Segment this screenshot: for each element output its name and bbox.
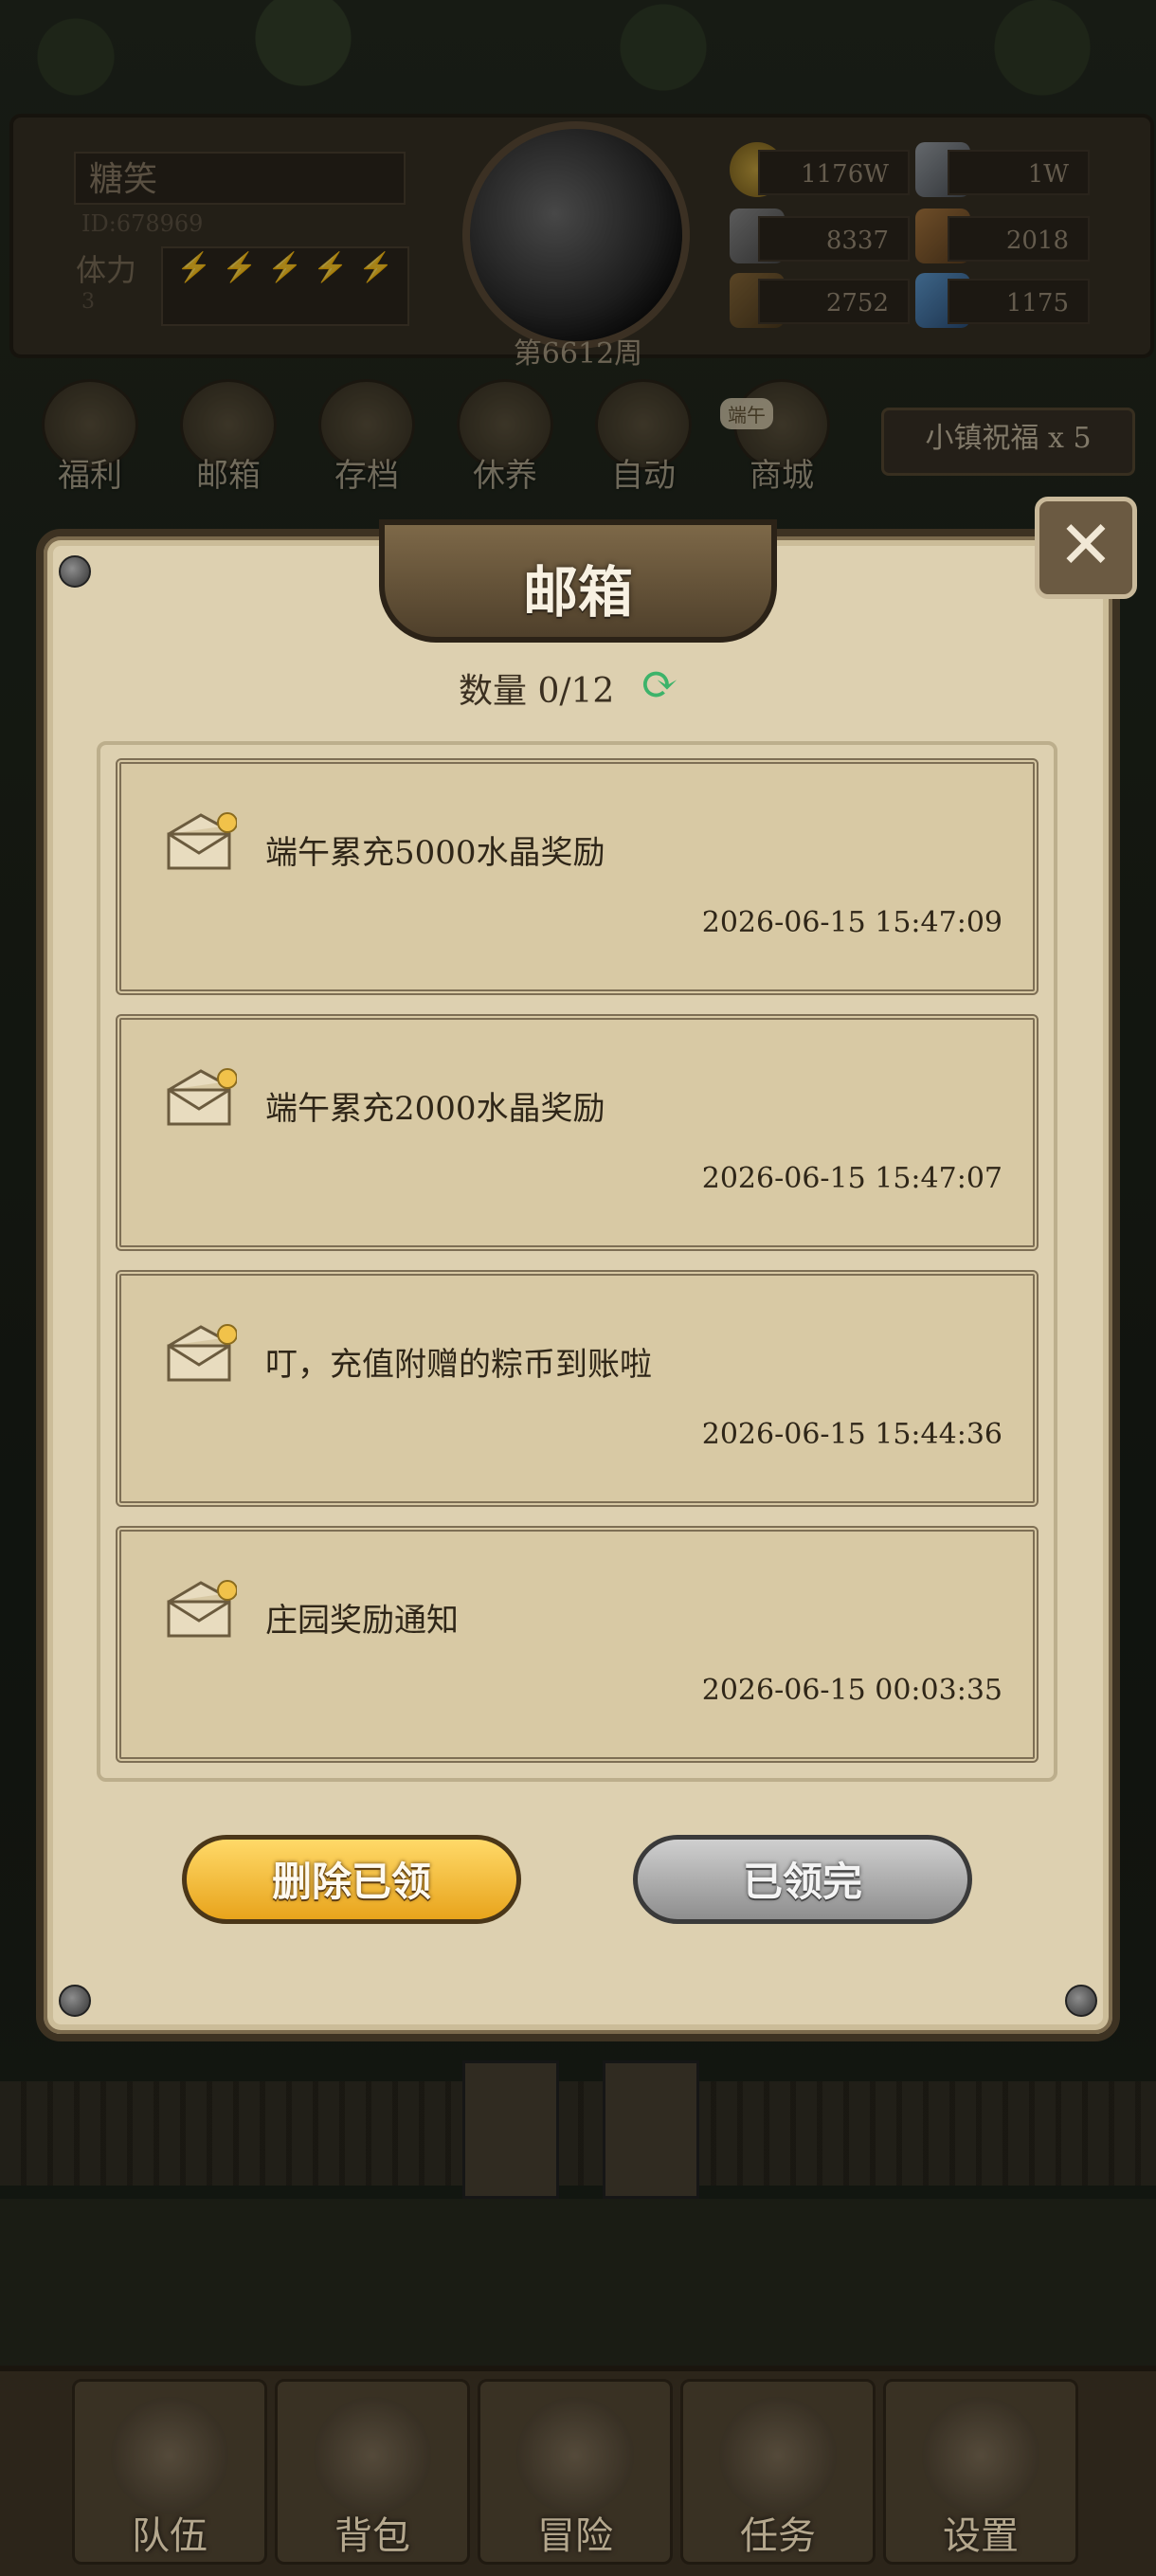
close-button[interactable]: ✕: [1035, 497, 1137, 599]
all-claimed-button[interactable]: 已领完: [633, 1835, 972, 1924]
mail-item[interactable]: 庄园奖励通知 2026-06-15 00:03:35: [116, 1526, 1039, 1763]
mailbox-title: 邮箱: [522, 560, 633, 625]
mail-timestamp: 2026-06-15 00:03:35: [701, 1674, 1002, 1707]
nav-backpack[interactable]: 背包: [275, 2379, 470, 2565]
nav-tasks[interactable]: 任务: [680, 2379, 876, 2565]
nav-label: 设置: [943, 2514, 1019, 2558]
mail-title: 端午累充5000水晶奖励: [265, 834, 605, 872]
mail-count: 数量 0/12: [459, 672, 615, 711]
refresh-icon[interactable]: ⟳: [633, 660, 686, 709]
corner-rivet-icon: [1065, 1985, 1097, 2017]
nav-label: 背包: [334, 2514, 410, 2558]
mail-title: 叮，充值附赠的粽币到账啦: [265, 1346, 652, 1384]
mail-title: 端午累充2000水晶奖励: [265, 1090, 605, 1128]
backpack-icon: [314, 2397, 431, 2514]
envelope-icon: [167, 1324, 237, 1382]
mail-item[interactable]: 叮，充值附赠的粽币到账啦 2026-06-15 15:44:36: [116, 1270, 1039, 1507]
envelope-icon: [167, 812, 237, 870]
mail-item[interactable]: 端午累充5000水晶奖励 2026-06-15 15:47:09: [116, 758, 1039, 995]
nav-settings[interactable]: 设置: [883, 2379, 1078, 2565]
nav-label: 冒险: [537, 2514, 613, 2558]
envelope-icon: [167, 1068, 237, 1126]
gear-icon: [922, 2397, 1039, 2514]
corner-rivet-icon: [59, 1985, 91, 2017]
nav-label: 队伍: [132, 2514, 208, 2558]
mail-title: 庄园奖励通知: [265, 1602, 459, 1640]
delete-claimed-button[interactable]: 删除已领: [182, 1835, 521, 1924]
close-icon: ✕: [1057, 506, 1114, 584]
mail-timestamp: 2026-06-15 15:47:07: [701, 1162, 1002, 1195]
helmet-icon: [111, 2397, 228, 2514]
corner-rivet-icon: [59, 555, 91, 588]
crossed-swords-icon: [516, 2397, 634, 2514]
quest-scroll-icon: [719, 2397, 837, 2514]
mail-item[interactable]: 端午累充2000水晶奖励 2026-06-15 15:47:07: [116, 1014, 1039, 1251]
nav-adventure[interactable]: 冒险: [478, 2379, 673, 2565]
nav-team[interactable]: 队伍: [72, 2379, 267, 2565]
envelope-icon: [167, 1580, 237, 1638]
mail-timestamp: 2026-06-15 15:44:36: [701, 1418, 1002, 1451]
mail-timestamp: 2026-06-15 15:47:09: [701, 906, 1002, 939]
nav-label: 任务: [740, 2514, 816, 2558]
